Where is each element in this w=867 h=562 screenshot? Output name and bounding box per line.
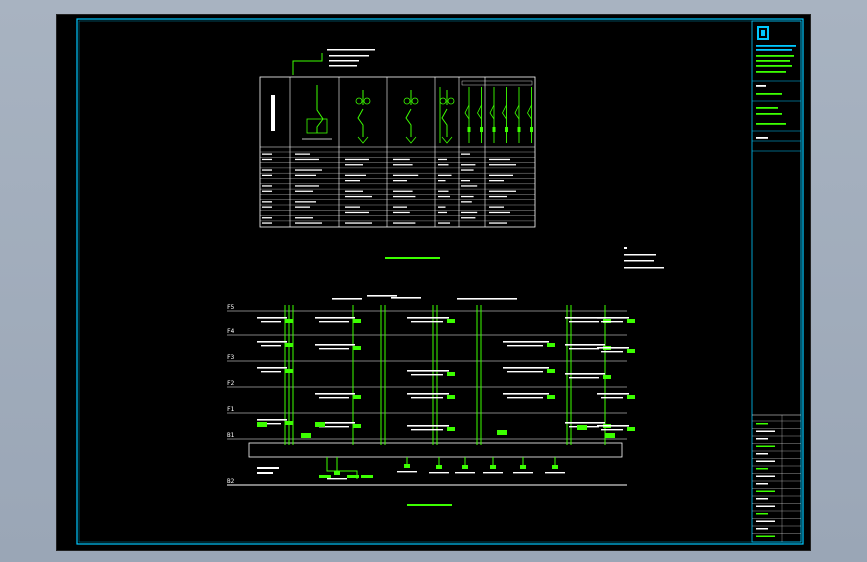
low-voltage-busbar: [248, 442, 623, 458]
electrical-drawing: F5 F4 F3 F2 F1 B1 B2: [76, 18, 804, 545]
floor-label: F3: [227, 354, 235, 361]
floor-label: B1: [227, 432, 235, 439]
riser-diagram: F5 F4 F3 F2 F1 B1 B2: [227, 295, 635, 506]
floor-label: F4: [227, 328, 235, 335]
riser-title-underline: [407, 504, 452, 506]
cad-drawing-canvas[interactable]: F5 F4 F3 F2 F1 B1 B2: [56, 14, 811, 551]
floor-label: F1: [227, 406, 235, 413]
floor-label: F5: [227, 304, 235, 311]
diagram-title-underline: [385, 257, 440, 259]
title-block-text-lines: [756, 45, 796, 139]
title-block: [751, 20, 802, 543]
floor-label: F2: [227, 380, 235, 387]
incoming-feeder: [292, 53, 323, 75]
revision-table: [752, 415, 801, 542]
floor-label: B2: [227, 478, 235, 485]
notes-block: [624, 247, 664, 269]
single-line-diagram: [259, 49, 536, 259]
